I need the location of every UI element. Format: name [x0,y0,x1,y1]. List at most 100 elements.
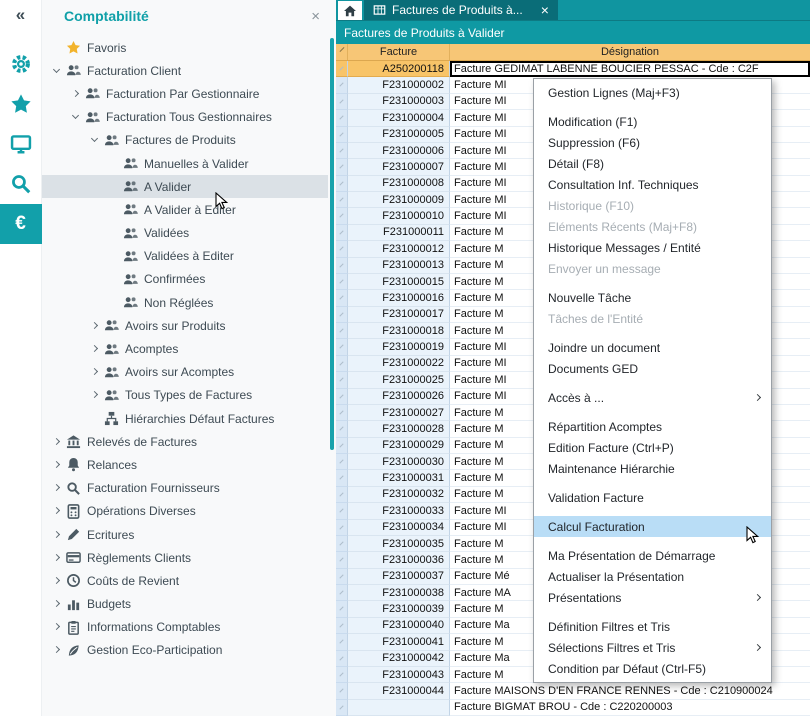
menu-item-presentations[interactable]: Présentations [534,587,771,608]
facture-cell[interactable]: F231000043 [348,667,450,683]
sidebar-item-ecritures[interactable]: Ecritures [42,523,328,546]
sidebar-item-avoirs-sur-produits[interactable]: Avoirs sur Produits [42,314,328,337]
facture-cell[interactable]: F231000032 [348,487,450,503]
tree-expand-icon[interactable] [50,597,64,611]
row-selector-cell[interactable] [336,290,348,306]
facture-cell[interactable]: F231000044 [348,683,450,699]
home-tab-button[interactable] [338,1,362,20]
row-selector-cell[interactable] [336,143,348,159]
sidebar-item-avoirs-sur-acomptes[interactable]: Avoirs sur Acomptes [42,361,328,384]
facture-cell[interactable]: F231000009 [348,192,450,208]
tree-expand-icon[interactable] [88,388,102,402]
row-selector-cell[interactable] [336,470,348,486]
menu-item-condition-par-defaut-ctrl-f5[interactable]: Condition par Défaut (Ctrl-F5) [534,658,771,679]
menu-item-consultation-inf-techniques[interactable]: Consultation Inf. Techniques [534,174,771,195]
tree-expand-icon[interactable] [50,458,64,472]
row-selector-cell[interactable] [336,208,348,224]
facture-cell[interactable]: F231000040 [348,618,450,634]
tree-expand-icon[interactable] [50,620,64,634]
row-selector-cell[interactable] [336,438,348,454]
facture-cell[interactable]: A250200118 [348,61,450,77]
tree-expand-icon[interactable] [88,342,102,356]
sidebar-item-manuelles-a-valider[interactable]: Manuelles à Valider [42,152,328,175]
tab-factures-de-produits[interactable]: Factures de Produits à... × [364,0,558,20]
sidebar-item-releves-de-factures[interactable]: Relevés de Factures [42,430,328,453]
workstation-button[interactable] [0,124,42,164]
sidebar-item-facturation-client[interactable]: Facturation Client [42,59,328,82]
row-selector-cell[interactable] [336,258,348,274]
row-selector-cell[interactable] [336,389,348,405]
menu-item-modification-f1[interactable]: Modification (F1) [534,111,771,132]
facture-cell[interactable]: F231000017 [348,307,450,323]
sidebar-close-icon[interactable]: × [307,8,324,25]
row-selector-header-cell[interactable] [336,44,348,60]
row-selector-cell[interactable] [336,700,348,716]
row-selector-cell[interactable] [336,192,348,208]
facture-cell[interactable]: F231000033 [348,503,450,519]
facture-cell[interactable]: F231000018 [348,323,450,339]
tree-expand-icon[interactable] [88,365,102,379]
facture-cell[interactable]: F231000006 [348,143,450,159]
menu-item-suppression-f6[interactable]: Suppression (F6) [534,132,771,153]
row-selector-cell[interactable] [336,585,348,601]
row-selector-cell[interactable] [336,536,348,552]
facture-cell[interactable]: F231000029 [348,438,450,454]
facture-cell[interactable]: F231000019 [348,339,450,355]
facture-cell[interactable]: F231000015 [348,274,450,290]
tree-expand-icon[interactable] [50,643,64,657]
row-selector-cell[interactable] [336,127,348,143]
menu-item-gestion-lignes-maj-f3[interactable]: Gestion Lignes (Maj+F3) [534,82,771,103]
row-selector-cell[interactable] [336,520,348,536]
column-header-facture[interactable]: Facture [348,44,450,60]
row-selector-cell[interactable] [336,176,348,192]
designation-cell[interactable]: Facture BIGMAT BROU - Cde : C220200003 [450,700,810,716]
menu-item-maintenance-hierarchie[interactable]: Maintenance Hiérarchie [534,458,771,479]
menu-item-joindre-un-document[interactable]: Joindre un document [534,337,771,358]
sidebar-item-tous-types-de-factures[interactable]: Tous Types de Factures [42,384,328,407]
tree-expand-icon[interactable] [50,435,64,449]
menu-item-edition-facture-ctrl-p[interactable]: Edition Facture (Ctrl+P) [534,437,771,458]
sidebar-item-non-reglees[interactable]: Non Réglées [42,291,328,314]
facture-cell[interactable]: F231000008 [348,176,450,192]
tree-expand-icon[interactable] [50,528,64,542]
facture-cell[interactable]: F231000002 [348,77,450,93]
sidebar-item-reglements-clients[interactable]: Règlements Clients [42,546,328,569]
sidebar-item-gestion-eco-participation[interactable]: Gestion Eco-Participation [42,639,328,662]
facture-cell[interactable]: F231000004 [348,110,450,126]
row-selector-cell[interactable] [336,77,348,93]
menu-item-definition-filtres-et-tris[interactable]: Définition Filtres et Tris [534,616,771,637]
facture-cell[interactable]: F231000037 [348,569,450,585]
designation-cell[interactable]: Facture MAISONS D'EN FRANCE RENNES - Cde… [450,683,810,699]
sidebar-item-facturation-fournisseurs[interactable]: Facturation Fournisseurs [42,477,328,500]
menu-item-nouvelle-tache[interactable]: Nouvelle Tâche [534,287,771,308]
facture-cell[interactable]: F231000003 [348,94,450,110]
facture-cell[interactable]: F231000038 [348,585,450,601]
facture-cell[interactable] [348,700,450,716]
facture-cell[interactable]: F231000005 [348,127,450,143]
tree-collapse-icon[interactable] [88,133,102,147]
settings-button[interactable] [0,44,42,84]
sidebar-item-a-valider-a-editer[interactable]: A Valider à Editer [42,198,328,221]
facture-cell[interactable]: F231000039 [348,601,450,617]
menu-item-ma-presentation-de-demarrage[interactable]: Ma Présentation de Démarrage [534,545,771,566]
sidebar-item-budgets[interactable]: Budgets [42,593,328,616]
facture-cell[interactable]: F231000012 [348,241,450,257]
tree-collapse-icon[interactable] [69,110,83,124]
row-selector-cell[interactable] [336,667,348,683]
designation-cell[interactable]: Facture GEDIMAT LABENNE BOUCIER PESSAC -… [450,61,810,77]
accounting-module-button[interactable]: € [0,204,42,244]
row-selector-cell[interactable] [336,405,348,421]
row-selector-cell[interactable] [336,372,348,388]
row-selector-cell[interactable] [336,307,348,323]
row-selector-cell[interactable] [336,569,348,585]
menu-item-documents-ged[interactable]: Documents GED [534,358,771,379]
sidebar-item-relances[interactable]: Relances [42,453,328,476]
facture-cell[interactable]: F231000011 [348,225,450,241]
row-selector-cell[interactable] [336,159,348,175]
sidebar-item-validees[interactable]: Validées [42,222,328,245]
facture-cell[interactable]: F231000025 [348,372,450,388]
row-selector-cell[interactable] [336,94,348,110]
tree-expand-icon[interactable] [50,504,64,518]
tree-collapse-icon[interactable] [50,64,64,78]
row-selector-cell[interactable] [336,634,348,650]
